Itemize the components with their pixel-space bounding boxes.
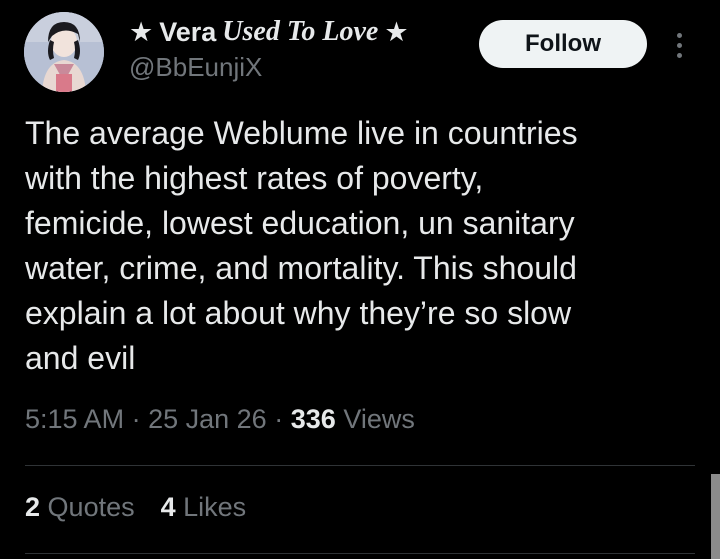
star-icon: ★ — [129, 16, 154, 47]
tweet-stats: 2 Quotes 4 Likes — [25, 492, 246, 523]
quotes-link[interactable]: 2 Quotes — [25, 492, 135, 523]
more-options-icon[interactable] — [664, 28, 694, 62]
tweet-text-line: with the highest rates of poverty, — [25, 160, 484, 196]
separator-dot: · — [131, 404, 141, 434]
avatar[interactable] — [24, 12, 104, 92]
author-handle[interactable]: @BbEunjiX — [129, 52, 262, 83]
avatar-image — [24, 12, 104, 92]
tweet-text-line: explain a lot about why they’re so slow — [25, 295, 572, 331]
quotes-label: Quotes — [47, 492, 135, 522]
tweet-text: The average Weblume live in countries wi… — [25, 111, 695, 381]
separator-dot: · — [274, 404, 284, 434]
scrollbar[interactable] — [711, 474, 720, 559]
divider — [25, 465, 695, 466]
quotes-count: 2 — [25, 492, 41, 522]
likes-label: Likes — [183, 492, 247, 522]
author-name[interactable]: ★ Vera Used To Love ★ — [129, 14, 409, 50]
views-label: Views — [343, 404, 415, 434]
tweet-meta: 5:15 AM · 25 Jan 26 · 336 Views — [25, 404, 415, 435]
likes-link[interactable]: 4 Likes — [161, 492, 247, 523]
divider — [25, 553, 695, 554]
tweet-text-line: The average Weblume live in countries — [25, 115, 578, 151]
likes-count: 4 — [160, 492, 176, 522]
tweet-time[interactable]: 5:15 AM — [25, 404, 124, 434]
tweet-text-line: and evil — [25, 340, 136, 376]
star-icon: ★ — [384, 16, 409, 47]
author-name-plain: Vera — [159, 16, 217, 47]
views-count: 336 — [290, 404, 336, 434]
follow-button[interactable]: Follow — [479, 20, 647, 68]
tweet-date[interactable]: 25 Jan 26 — [148, 404, 267, 434]
tweet-text-line: femicide, lowest education, un sanitary — [25, 205, 575, 241]
author-name-styled: Used To Love — [222, 16, 379, 47]
tweet-text-line: water, crime, and mortality. This should — [25, 250, 577, 286]
